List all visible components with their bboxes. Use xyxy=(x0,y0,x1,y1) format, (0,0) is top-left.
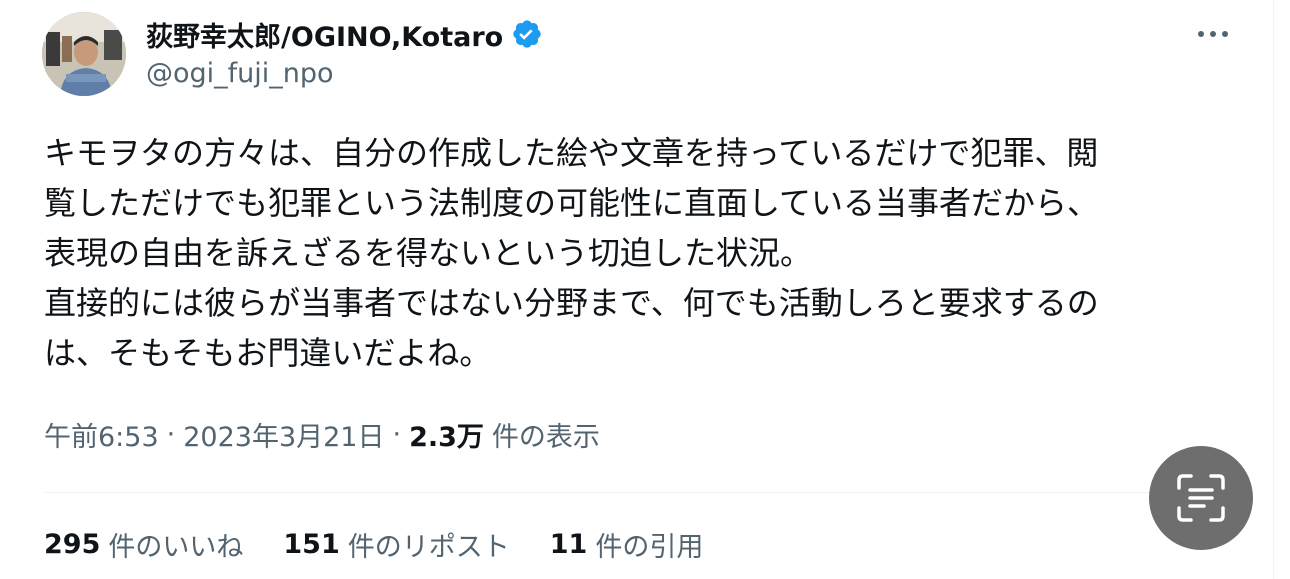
views-count[interactable]: 2.3万 xyxy=(409,415,484,454)
tweet-date[interactable]: 2023年3月21日 xyxy=(183,415,384,454)
avatar[interactable] xyxy=(42,12,126,96)
meta-separator: · xyxy=(166,418,176,450)
tweet-meta: 午前6:53 · 2023年3月21日 · 2.3万 件の表示 xyxy=(44,414,600,454)
tweet-text: キモヲタの方々は、自分の作成した絵や文章を持っているだけで犯罪、閲 覧しただけで… xyxy=(44,128,1244,378)
engagement-stats: 295 件のいいね 151 件のリポスト 11 件の引用 xyxy=(44,524,743,564)
tweet-text-line: キモヲタの方々は、自分の作成した絵や文章を持っているだけで犯罪、閲 xyxy=(44,134,1099,172)
display-name-row: 荻野幸太郎/OGINO,Kotaro xyxy=(146,14,543,54)
reposts-stat[interactable]: 151 件のリポスト xyxy=(283,525,509,564)
likes-stat[interactable]: 295 件のいいね xyxy=(44,525,243,564)
views-label: 件の表示 xyxy=(491,421,600,453)
text-scan-button[interactable] xyxy=(1149,446,1253,550)
quotes-label: 件の引用 xyxy=(595,531,704,563)
tweet-text-line: は、そもそもお門違いだよね。 xyxy=(44,334,492,372)
tweet-text-line: 表現の自由を訴えざるを得ないという切迫した状況。 xyxy=(44,234,813,272)
meta-separator: · xyxy=(392,418,402,450)
likes-count: 295 xyxy=(44,528,101,560)
likes-label: 件のいいね xyxy=(108,531,244,563)
tweet-time[interactable]: 午前6:53 xyxy=(44,415,159,454)
tweet-card: 荻野幸太郎/OGINO,Kotaro @ogi_fuji_npo キモヲタの方々… xyxy=(0,0,1270,579)
quotes-count: 11 xyxy=(549,528,588,560)
frame-border xyxy=(1273,0,1274,579)
verified-badge-icon xyxy=(511,18,543,50)
handle[interactable]: @ogi_fuji_npo xyxy=(146,58,334,89)
tweet-text-line: 覧しただけでも犯罪という法制度の可能性に直面している当事者だから、 xyxy=(44,184,1100,222)
divider xyxy=(44,492,1244,493)
more-options-icon xyxy=(1198,31,1228,37)
avatar-photo xyxy=(42,12,126,96)
display-name[interactable]: 荻野幸太郎/OGINO,Kotaro xyxy=(146,15,503,54)
tweet-text-line: 直接的には彼らが当事者ではない分野まで、何でも活動しろと要求するの xyxy=(44,284,1099,322)
reposts-label: 件のリポスト xyxy=(347,531,510,563)
more-options-button[interactable] xyxy=(1188,14,1238,54)
text-scan-icon xyxy=(1177,474,1225,522)
reposts-count: 151 xyxy=(283,528,340,560)
quotes-stat[interactable]: 11 件の引用 xyxy=(550,525,704,564)
